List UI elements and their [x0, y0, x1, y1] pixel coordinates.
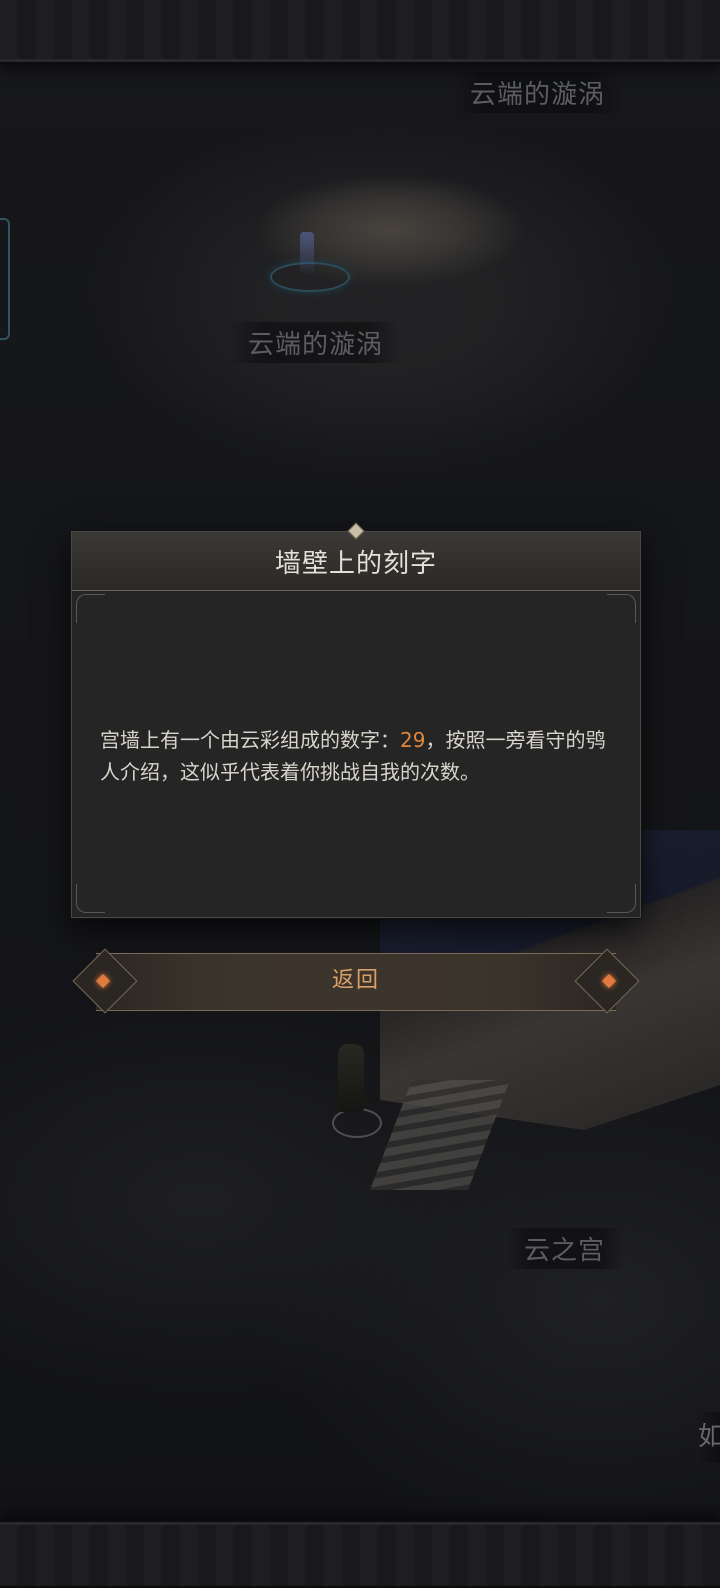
return-button[interactable]: 返回: [72, 948, 640, 1014]
corner-ornament-icon: [76, 884, 105, 913]
corner-ornament-icon: [607, 594, 636, 623]
dialog-title: 墙壁上的刻字: [274, 548, 437, 579]
corner-ornament-icon: [76, 594, 105, 623]
body-text-before: 宫墙上有一个由云彩组成的数字：: [100, 728, 400, 752]
dialog-header: 墙壁上的刻字: [72, 522, 640, 591]
challenge-count: 29: [400, 728, 426, 752]
return-button-label: 返回: [331, 968, 380, 993]
inscription-dialog: 墙壁上的刻字 宫墙上有一个由云彩组成的数字：29，按照一旁看守的鸮人介绍，这似乎…: [71, 522, 641, 918]
corner-ornament-icon: [607, 884, 636, 913]
dialog-body-text: 宫墙上有一个由云彩组成的数字：29，按照一旁看守的鸮人介绍，这似乎代表着你挑战自…: [100, 724, 616, 788]
